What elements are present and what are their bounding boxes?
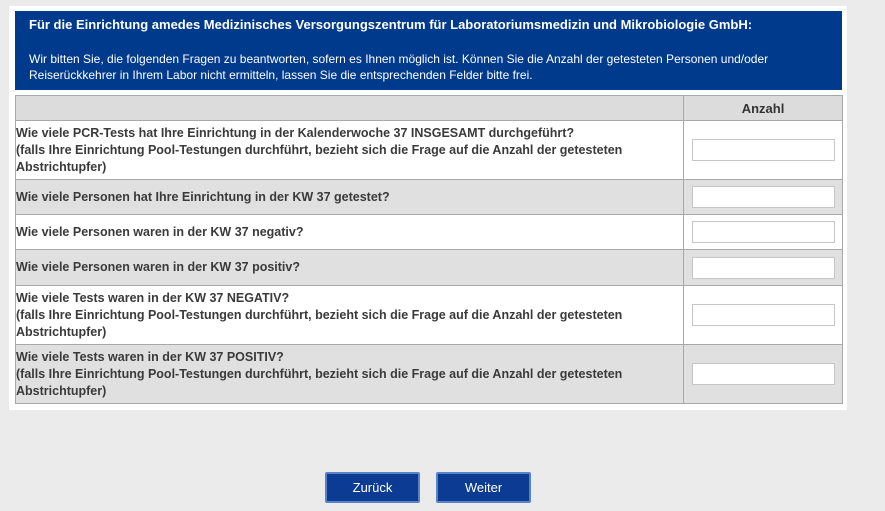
answer-cell <box>683 344 843 404</box>
next-button[interactable]: Weiter <box>436 472 531 503</box>
answer-cell <box>683 285 843 345</box>
question-column-header <box>15 95 684 121</box>
questions-table: Anzahl Wie viele PCR-Tests hat Ihre Einr… <box>15 95 843 404</box>
question-note: (falls Ihre Einrichtung Pool-Testungen d… <box>16 307 623 339</box>
answer-cell <box>683 249 843 286</box>
question-text: Wie viele Personen hat Ihre Einrichtung … <box>16 189 390 204</box>
answer-input-pcr-tests-total[interactable] <box>691 139 835 161</box>
question-cell: Wie viele Personen waren in der KW 37 po… <box>15 249 684 286</box>
question-text: Wie viele Tests waren in der KW 37 NEGAT… <box>16 290 290 305</box>
answer-cell <box>683 214 843 250</box>
form-header: Für die Einrichtung amedes Medizinisches… <box>15 11 842 90</box>
table-row: Wie viele Tests waren in der KW 37 POSIT… <box>15 344 843 404</box>
question-text: Wie viele Tests waren in der KW 37 POSIT… <box>16 349 284 364</box>
table-row: Wie viele PCR-Tests hat Ihre Einrichtung… <box>15 120 843 180</box>
question-cell: Wie viele Personen hat Ihre Einrichtung … <box>15 179 684 215</box>
table-header-row: Anzahl <box>15 95 843 121</box>
answer-input-tests-positive[interactable] <box>691 363 835 385</box>
answer-input-persons-negative[interactable] <box>691 221 835 243</box>
table-row: Wie viele Personen hat Ihre Einrichtung … <box>15 179 843 215</box>
answer-cell <box>683 179 843 215</box>
table-row: Wie viele Personen waren in der KW 37 ne… <box>15 214 843 250</box>
question-cell: Wie viele Personen waren in der KW 37 ne… <box>15 214 684 250</box>
table-row: Wie viele Tests waren in der KW 37 NEGAT… <box>15 285 843 345</box>
question-cell: Wie viele Tests waren in der KW 37 POSIT… <box>15 344 684 404</box>
question-text: Wie viele Personen waren in der KW 37 ne… <box>16 224 304 239</box>
question-cell: Wie viele Tests waren in der KW 37 NEGAT… <box>15 285 684 345</box>
question-text: Wie viele Personen waren in der KW 37 po… <box>16 260 300 274</box>
back-button[interactable]: Zurück <box>325 472 420 503</box>
answer-input-persons-positive[interactable] <box>691 256 835 279</box>
header-title: Für die Einrichtung amedes Medizinisches… <box>29 17 753 32</box>
table-row: Wie viele Personen waren in der KW 37 po… <box>15 249 843 286</box>
header-intro: Wir bitten Sie, die folgenden Fragen zu … <box>29 52 769 82</box>
answer-input-tests-negative[interactable] <box>691 304 835 326</box>
question-note: (falls Ihre Einrichtung Pool-Testungen d… <box>16 366 623 398</box>
question-text: Wie viele PCR-Tests hat Ihre Einrichtung… <box>16 125 575 140</box>
question-note: (falls Ihre Einrichtung Pool-Testungen d… <box>16 142 623 174</box>
question-cell: Wie viele PCR-Tests hat Ihre Einrichtung… <box>15 120 684 180</box>
answer-cell <box>683 120 843 180</box>
answer-input-persons-tested[interactable] <box>691 186 835 208</box>
anzahl-column-header: Anzahl <box>683 95 843 121</box>
